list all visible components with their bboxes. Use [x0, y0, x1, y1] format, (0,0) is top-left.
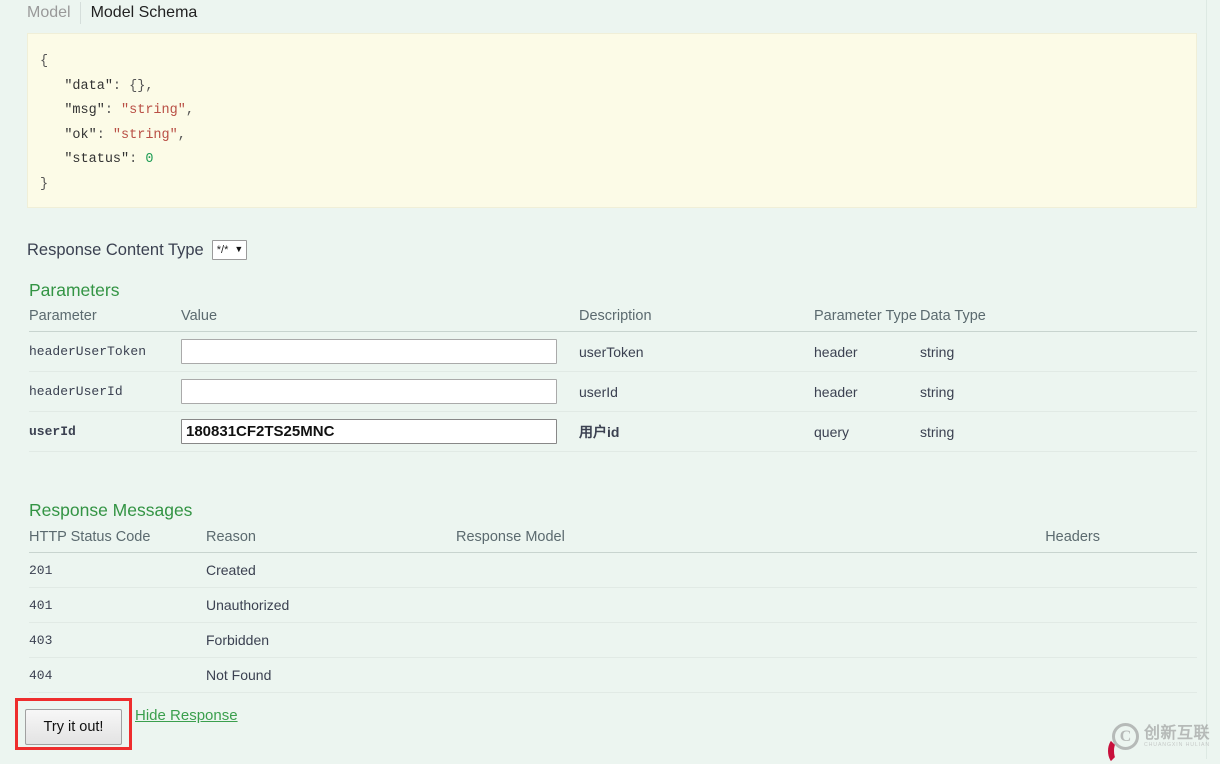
table-row: 404 Not Found: [29, 658, 1197, 693]
watermark-text: 创新互联 CHUANGXIN HULIAN: [1144, 725, 1210, 749]
param-type-userId: query: [814, 412, 920, 452]
col-http-status-code: HTTP Status Code: [29, 529, 206, 553]
schema-value-msg: "string": [121, 103, 186, 118]
col-description: Description: [579, 308, 814, 332]
watermark-en-text: CHUANGXIN HULIAN: [1144, 742, 1210, 749]
reason-401: Unauthorized: [206, 588, 456, 623]
model-401: [456, 588, 952, 623]
schema-value-ok: "string": [113, 128, 178, 143]
response-content-type-label: Response Content Type: [27, 241, 204, 260]
schema-value-data: {}: [129, 79, 145, 94]
param-description-userId: 用户id: [579, 412, 814, 452]
table-row: 201 Created: [29, 553, 1197, 588]
param-datatype-userId: string: [920, 412, 1197, 452]
right-divider: [1206, 0, 1207, 759]
col-value: Value: [181, 308, 579, 332]
parameters-heading: Parameters: [29, 280, 119, 301]
param-name-userId: userId: [29, 412, 181, 452]
parameters-header-row: Parameter Value Description Parameter Ty…: [29, 308, 1197, 332]
param-type-headeruserToken: header: [814, 332, 920, 372]
table-row: userId 用户id query string: [29, 412, 1197, 452]
response-messages-table: HTTP Status Code Reason Response Model H…: [29, 529, 1197, 693]
status-code-201: 201: [29, 553, 206, 588]
model-403: [456, 623, 952, 658]
response-content-type-select[interactable]: */* ▼: [212, 240, 248, 260]
param-name-headeruserId: headerUserId: [29, 372, 181, 412]
watermark-mark-icon: C: [1112, 723, 1139, 750]
swagger-operation-panel: Model Model Schema { "data": {}, "msg": …: [0, 0, 1220, 759]
model-schema-code-block: { "data": {}, "msg": "string", "ok": "st…: [27, 33, 1197, 208]
param-name-headeruserToken: headerUserToken: [29, 332, 181, 372]
schema-value-status: 0: [145, 152, 153, 167]
schema-key-ok: "ok": [64, 128, 96, 143]
param-value-cell-userId: [181, 412, 579, 452]
reason-403: Forbidden: [206, 623, 456, 658]
table-row: headerUserToken userToken header string: [29, 332, 1197, 372]
param-datatype-headeruserToken: string: [920, 332, 1197, 372]
status-code-404: 404: [29, 658, 206, 693]
hide-response-link[interactable]: Hide Response: [135, 707, 238, 724]
reason-201: Created: [206, 553, 456, 588]
model-404: [456, 658, 952, 693]
response-content-type-value: */*: [217, 242, 229, 258]
col-parameter-type: Parameter Type: [814, 308, 920, 332]
response-content-type-row: Response Content Type */* ▼: [27, 240, 247, 260]
chevron-down-icon: ▼: [234, 245, 243, 254]
col-response-model: Response Model: [456, 529, 952, 553]
table-row: 401 Unauthorized: [29, 588, 1197, 623]
param-datatype-headeruserId: string: [920, 372, 1197, 412]
submit-highlight-box: Try it out!: [15, 698, 132, 750]
headers-201: [952, 553, 1197, 588]
model-201: [456, 553, 952, 588]
schema-json: { "data": {}, "msg": "string", "ok": "st…: [40, 50, 1196, 197]
param-value-cell-headeruserId: [181, 372, 579, 412]
headers-403: [952, 623, 1197, 658]
schema-key-status: "status": [64, 152, 129, 167]
userId-input[interactable]: [181, 419, 557, 444]
tab-model-schema[interactable]: Model Schema: [80, 2, 207, 24]
schema-key-msg: "msg": [64, 103, 105, 118]
schema-key-data: "data": [64, 79, 113, 94]
response-messages-header-row: HTTP Status Code Reason Response Model H…: [29, 529, 1197, 553]
param-value-cell-headeruserToken: [181, 332, 579, 372]
reason-404: Not Found: [206, 658, 456, 693]
col-data-type: Data Type: [920, 308, 1197, 332]
headers-401: [952, 588, 1197, 623]
schema-open-brace: {: [40, 54, 48, 69]
watermark-logo: C 创新互联 CHUANGXIN HULIAN: [1112, 723, 1210, 750]
tab-model[interactable]: Model: [27, 2, 80, 24]
col-headers: Headers: [952, 529, 1197, 553]
try-it-out-button[interactable]: Try it out!: [25, 709, 122, 745]
parameters-table: Parameter Value Description Parameter Ty…: [29, 308, 1197, 452]
headerUserId-input[interactable]: [181, 379, 557, 404]
headerUserToken-input[interactable]: [181, 339, 557, 364]
table-row: 403 Forbidden: [29, 623, 1197, 658]
response-messages-heading: Response Messages: [29, 500, 192, 521]
param-type-headeruserId: header: [814, 372, 920, 412]
status-code-401: 401: [29, 588, 206, 623]
model-tabs: Model Model Schema: [27, 2, 206, 24]
schema-close-brace: }: [40, 177, 48, 192]
watermark-cn-text: 创新互联: [1144, 725, 1210, 742]
headers-404: [952, 658, 1197, 693]
table-row: headerUserId userId header string: [29, 372, 1197, 412]
status-code-403: 403: [29, 623, 206, 658]
param-description-headeruserToken: userToken: [579, 332, 814, 372]
param-description-headeruserId: userId: [579, 372, 814, 412]
col-reason: Reason: [206, 529, 456, 553]
col-parameter: Parameter: [29, 308, 181, 332]
